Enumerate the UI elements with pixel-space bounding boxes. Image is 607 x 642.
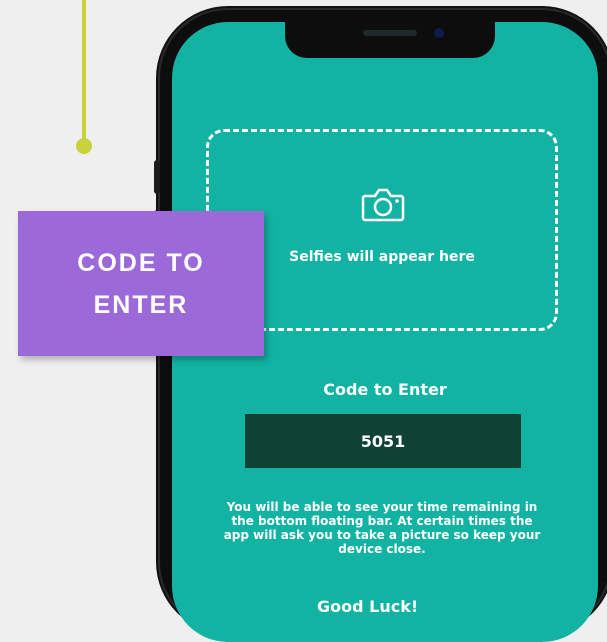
camera-icon [361, 188, 405, 222]
code-value: 5051 [360, 431, 406, 451]
speaker [363, 30, 417, 36]
next-heading: Good Luck! [317, 597, 419, 616]
code-display: 5051 [245, 414, 521, 468]
code-label: Code to Enter [323, 380, 447, 399]
code-callout: CODE TO ENTER [18, 211, 264, 356]
front-camera [434, 28, 444, 38]
side-button [154, 160, 160, 194]
connector-dot [76, 138, 92, 154]
code-callout-label: CODE TO ENTER [77, 248, 205, 319]
info-text: You will be able to see your time remain… [223, 500, 541, 556]
notch [285, 22, 495, 58]
connector-line [82, 0, 86, 146]
